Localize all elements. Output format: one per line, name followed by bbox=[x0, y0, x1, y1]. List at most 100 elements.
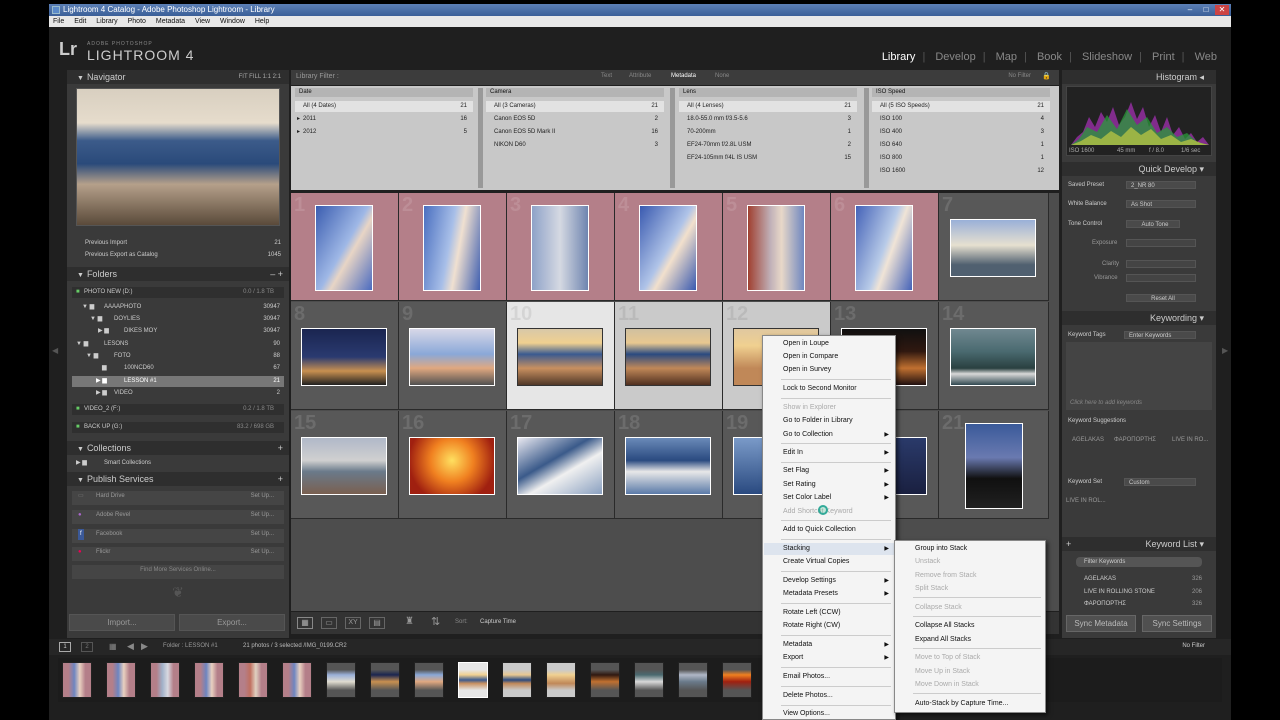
publish-services-header[interactable]: ▼ Publish Services + bbox=[67, 472, 289, 486]
menu-window[interactable]: Window bbox=[220, 18, 245, 25]
navigator-header[interactable]: ▼ Navigator FIT FILL 1:1 2:1 bbox=[67, 70, 289, 84]
menu-set-rating[interactable]: Set Rating ▶ bbox=[783, 480, 889, 490]
filmstrip-thumb[interactable] bbox=[722, 662, 752, 698]
meta-row[interactable]: All (5 ISO Speeds) 21 bbox=[872, 101, 1050, 112]
menu-move-up[interactable]: Move Up in Stack bbox=[915, 667, 1039, 677]
grid-cell[interactable]: 16 bbox=[399, 411, 507, 519]
left-panel-toggle-icon[interactable]: ◀ bbox=[52, 346, 58, 355]
menu-go-to-collection[interactable]: Go to Collection ▶ bbox=[783, 430, 889, 440]
column-divider[interactable] bbox=[478, 88, 483, 188]
export-button[interactable]: Export... bbox=[179, 614, 285, 631]
meta-row[interactable]: Canon EOS 5D 2 bbox=[486, 114, 664, 125]
maximize-icon[interactable]: □ bbox=[1199, 5, 1213, 15]
folder-row[interactable]: ▼ ▆ DOYLIES 30947 bbox=[72, 314, 284, 325]
menu-split-stack[interactable]: Split Stack bbox=[915, 584, 1039, 594]
volume-row[interactable]: ■ VIDEO_2 (F:) 0.2 / 1.8 TB bbox=[72, 404, 284, 415]
nav-fill[interactable]: FILL bbox=[249, 74, 261, 80]
thumbnail[interactable] bbox=[639, 205, 697, 291]
menu-lock-second-monitor[interactable]: Lock to Second Monitor bbox=[783, 384, 889, 394]
loupe-view-icon[interactable]: ▭ bbox=[321, 617, 337, 629]
folder-row[interactable]: ▼ ▆ FOTO 88 bbox=[72, 351, 284, 362]
col-header-iso[interactable]: ISO Speed bbox=[872, 88, 1050, 97]
minimize-icon[interactable]: – bbox=[1183, 5, 1197, 15]
module-book[interactable]: Book bbox=[1037, 51, 1062, 63]
col-header-lens[interactable]: Lens bbox=[679, 88, 857, 97]
menu-collapse-all-stacks[interactable]: Collapse All Stacks bbox=[915, 621, 1039, 631]
thumbnail[interactable] bbox=[950, 219, 1036, 277]
meta-row[interactable]: NIKON D60 3 bbox=[486, 140, 664, 151]
menu-view[interactable]: View bbox=[195, 18, 210, 25]
grid-cell[interactable]: 6 bbox=[831, 193, 939, 301]
filmstrip-thumb[interactable] bbox=[238, 662, 268, 698]
filter-preset[interactable]: No Filter bbox=[1008, 73, 1031, 79]
collections-header[interactable]: ▼ Collections + bbox=[67, 441, 289, 455]
thumbnail[interactable] bbox=[409, 437, 495, 495]
keyword-item[interactable]: ΦΑΡΟΠΟΡΤΗΣ bbox=[1084, 601, 1126, 607]
filmstrip-thumb[interactable] bbox=[62, 662, 92, 698]
navigator-preview[interactable] bbox=[76, 88, 280, 226]
module-map[interactable]: Map bbox=[996, 51, 1017, 63]
publish-flickr[interactable]: ● Flickr Set Up... bbox=[72, 547, 284, 561]
nav-1-1[interactable]: 1:1 bbox=[263, 74, 271, 80]
filmstrip-thumb-selected[interactable] bbox=[458, 662, 488, 698]
filter-tab-attribute[interactable]: Attribute bbox=[629, 73, 651, 79]
filter-tab-none[interactable]: None bbox=[715, 73, 729, 79]
module-develop[interactable]: Develop bbox=[935, 51, 975, 63]
meta-row[interactable]: ISO 640 1 bbox=[872, 140, 1050, 151]
menu-add-to-quick-collection[interactable]: Add to Quick Collection bbox=[783, 525, 889, 535]
thumbnail[interactable] bbox=[315, 205, 373, 291]
menu-move-to-top[interactable]: Move to Top of Stack bbox=[915, 653, 1039, 663]
catalog-previous-export[interactable]: Previous Export as Catalog bbox=[85, 252, 158, 258]
filmstrip-thumb-selected[interactable] bbox=[546, 662, 576, 698]
survey-view-icon[interactable]: ▤ bbox=[369, 617, 385, 629]
page-1-tab[interactable]: 1 bbox=[59, 642, 71, 652]
thumbnail[interactable] bbox=[625, 437, 711, 495]
painter-icon[interactable]: ♜ bbox=[405, 616, 414, 627]
menu-email-photos[interactable]: Email Photos... bbox=[783, 672, 889, 682]
menu-add-shortcut-keyword[interactable]: Add Shortcut Keyword bbox=[783, 507, 889, 517]
publish-adobe-revel[interactable]: ● Adobe Revel Set Up... bbox=[72, 510, 284, 524]
filmstrip-thumb[interactable] bbox=[414, 662, 444, 698]
meta-row[interactable]: All (3 Cameras) 21 bbox=[486, 101, 664, 112]
column-divider[interactable] bbox=[864, 88, 869, 188]
menu-delete-photos[interactable]: Delete Photos... bbox=[783, 691, 889, 701]
grid-cell[interactable]: 9 bbox=[399, 302, 507, 410]
col-header-camera[interactable]: Camera bbox=[486, 88, 664, 97]
right-panel-toggle-icon[interactable]: ▶ bbox=[1222, 346, 1228, 355]
grid-cell[interactable]: 2 bbox=[399, 193, 507, 301]
meta-row[interactable]: Canon EOS 5D Mark II 16 bbox=[486, 127, 664, 138]
menu-view-options[interactable]: View Options... bbox=[783, 709, 889, 719]
nav-2-1[interactable]: 2:1 bbox=[273, 74, 281, 80]
keyword-item[interactable]: AGELAKAS bbox=[1084, 576, 1116, 582]
folder-row[interactable]: ▼ ▆ LESONS 90 bbox=[72, 339, 284, 350]
volume-row[interactable]: ■ PHOTO NEW (D:) 0.0 / 1.8 TB bbox=[72, 287, 284, 298]
module-print[interactable]: Print bbox=[1152, 51, 1175, 63]
menu-file[interactable]: File bbox=[53, 18, 64, 25]
menu-library[interactable]: Library bbox=[96, 18, 117, 25]
vibrance-buttons[interactable] bbox=[1126, 274, 1196, 282]
grid-cell[interactable]: 5 bbox=[723, 193, 831, 301]
thumbnail[interactable] bbox=[423, 205, 481, 291]
grid-cell-selected[interactable]: 10 bbox=[507, 302, 615, 410]
sync-metadata-button[interactable]: Sync Metadata bbox=[1066, 615, 1136, 632]
folder-row-selected[interactable]: ▶ ▆ LESSON #1 21 bbox=[72, 376, 284, 387]
menu-photo[interactable]: Photo bbox=[128, 18, 146, 25]
meta-row[interactable]: EF24-105mm f/4L IS USM 15 bbox=[679, 153, 857, 164]
nav-fit[interactable]: FIT bbox=[239, 74, 248, 80]
menu-metadata-presets[interactable]: Metadata Presets ▶ bbox=[783, 589, 889, 599]
filmstrip-thumb[interactable] bbox=[194, 662, 224, 698]
publish-facebook[interactable]: f Facebook Set Up... bbox=[72, 529, 284, 543]
meta-row[interactable]: 18.0-55.0 mm f/3.5-5.6 3 bbox=[679, 114, 857, 125]
grid-cell-selected[interactable]: 11 bbox=[615, 302, 723, 410]
menu-group-into-stack[interactable]: Group into Stack bbox=[915, 544, 1039, 554]
keyword-filter-input[interactable]: Filter Keywords bbox=[1076, 557, 1202, 567]
grid-cell[interactable]: 3 bbox=[507, 193, 615, 301]
keyword-set-select[interactable]: Custom bbox=[1124, 478, 1196, 486]
filmstrip-thumb[interactable] bbox=[106, 662, 136, 698]
filmstrip-thumb[interactable] bbox=[678, 662, 708, 698]
meta-row[interactable]: ISO 400 3 bbox=[872, 127, 1050, 138]
module-library[interactable]: Library bbox=[882, 51, 916, 63]
thumbnail[interactable] bbox=[747, 205, 805, 291]
thumbnail[interactable] bbox=[531, 205, 589, 291]
column-divider[interactable] bbox=[670, 88, 675, 188]
